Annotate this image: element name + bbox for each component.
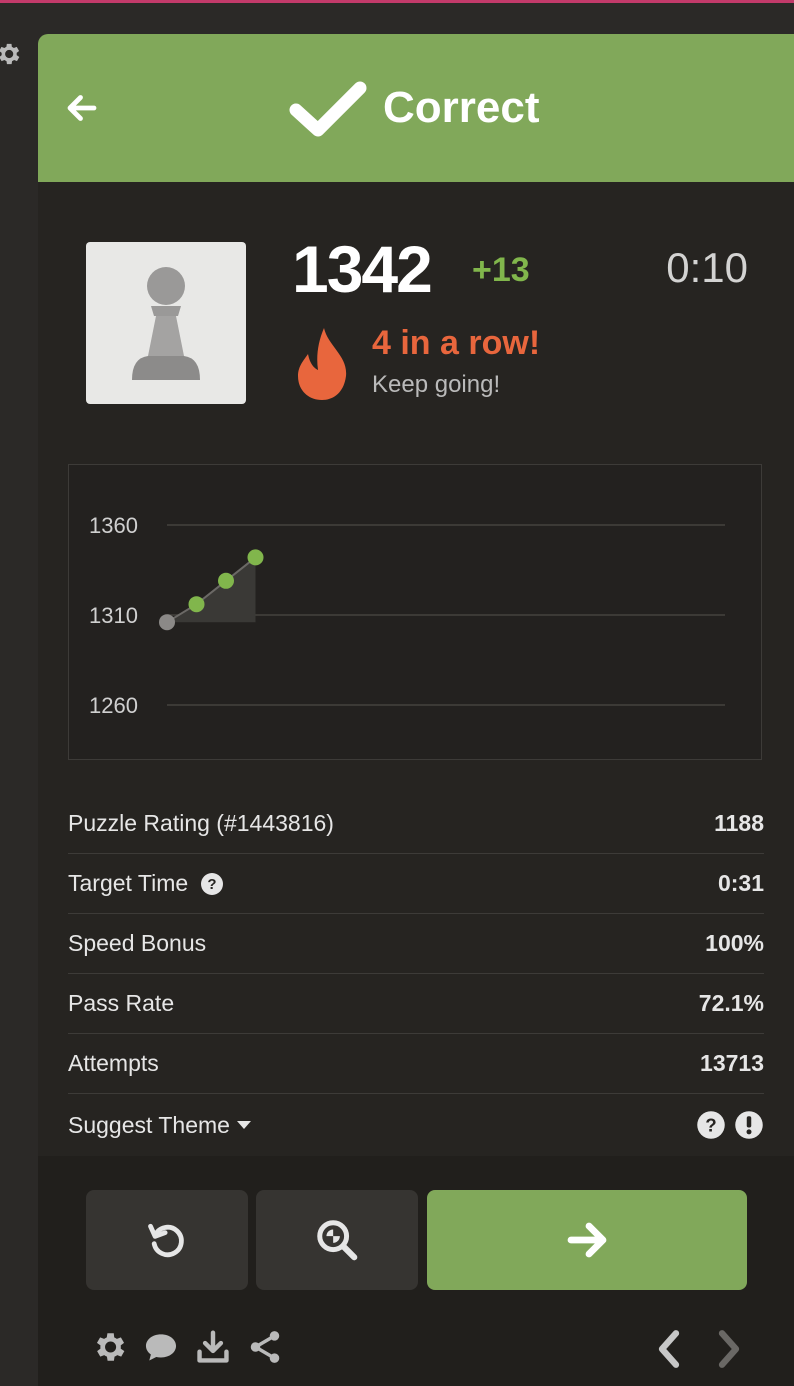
download-icon[interactable]: [194, 1328, 232, 1366]
question-circle-icon[interactable]: ?: [200, 872, 224, 896]
y-tick-label: 1310: [89, 603, 138, 628]
puzzle-rating-label: Puzzle Rating (#1443816): [68, 810, 334, 836]
arrow-right-icon: [567, 1222, 607, 1258]
streak-subtext: Keep going!: [372, 371, 501, 398]
top-accent-line: [0, 0, 794, 3]
stat-row-target-time: Target Time ? 0:31: [68, 854, 764, 914]
speed-bonus-value: 100%: [705, 930, 764, 956]
footer-tools: [90, 1328, 284, 1366]
target-time-label: Target Time: [68, 870, 189, 896]
suggest-theme-label: Suggest Theme: [68, 1111, 230, 1138]
puzzle-navigation: [654, 1328, 744, 1370]
rating-graph: 1260 1310 1360: [68, 464, 762, 760]
chevron-left-icon[interactable]: [654, 1328, 684, 1370]
player-rating: 1342: [292, 232, 433, 306]
result-title: Correct: [383, 83, 540, 132]
arrow-left-icon[interactable]: [64, 90, 100, 131]
pass-rate-value: 72.1%: [698, 990, 764, 1016]
stat-row-pass-rate: Pass Rate 72.1%: [68, 974, 764, 1034]
stat-row-speed-bonus: Speed Bonus 100%: [68, 914, 764, 974]
question-circle-icon[interactable]: ?: [696, 1110, 726, 1140]
streak-text: 4 in a row!: [372, 324, 541, 362]
retry-button[interactable]: [86, 1190, 248, 1290]
next-puzzle-button[interactable]: [427, 1190, 747, 1290]
suggest-theme-dropdown[interactable]: Suggest Theme: [68, 1112, 252, 1139]
rating-point: [159, 614, 175, 631]
puzzle-stats: Puzzle Rating (#1443816) 1188 Target Tim…: [68, 794, 764, 1156]
share-icon[interactable]: [246, 1328, 284, 1366]
gear-icon[interactable]: [90, 1328, 128, 1366]
y-tick-label: 1260: [89, 693, 138, 718]
caret-down-icon: [236, 1121, 251, 1129]
target-time-label-group: Target Time ?: [68, 870, 224, 897]
rating-chart: 1260 1310 1360: [89, 513, 725, 718]
side-gear-icon[interactable]: [0, 40, 22, 73]
rating-point: [188, 596, 205, 613]
analyze-button[interactable]: [256, 1190, 418, 1290]
pawn-icon: [132, 267, 200, 380]
pass-rate-label: Pass Rate: [68, 990, 175, 1016]
stat-row-attempts: Attempts 13713: [68, 1034, 764, 1094]
rating-change: +13: [472, 251, 530, 289]
flame-icon: [294, 326, 350, 407]
action-bar: [38, 1156, 794, 1386]
attempts-label: Attempts: [68, 1050, 159, 1076]
theme-icon-group: ?: [696, 1110, 764, 1140]
avatar: [86, 242, 246, 404]
svg-text:?: ?: [705, 1114, 716, 1135]
retry-icon: [148, 1223, 184, 1258]
exclamation-circle-icon[interactable]: [734, 1110, 764, 1140]
suggest-theme-row: Suggest Theme ?: [68, 1094, 764, 1156]
speed-bonus-label: Speed Bonus: [68, 930, 207, 956]
y-tick-label: 1360: [89, 513, 138, 538]
solve-time: 0:10: [666, 244, 748, 291]
svg-text:?: ?: [208, 876, 217, 893]
puzzle-result-panel: Correct 1342 +13 0:10 4 in a row! Keep g…: [38, 34, 794, 1386]
rating-point: [247, 549, 264, 566]
rating-point: [218, 572, 234, 589]
check-icon: [288, 80, 368, 145]
magnify-icon: [317, 1220, 358, 1261]
chevron-right-icon[interactable]: [714, 1328, 744, 1370]
result-header: Correct: [38, 34, 794, 182]
chat-icon[interactable]: [142, 1328, 180, 1366]
stat-row-puzzle-rating: Puzzle Rating (#1443816) 1188: [68, 794, 764, 854]
target-time-value: 0:31: [717, 870, 764, 896]
puzzle-rating-value: 1188: [714, 810, 764, 836]
attempts-value: 13713: [700, 1050, 764, 1076]
